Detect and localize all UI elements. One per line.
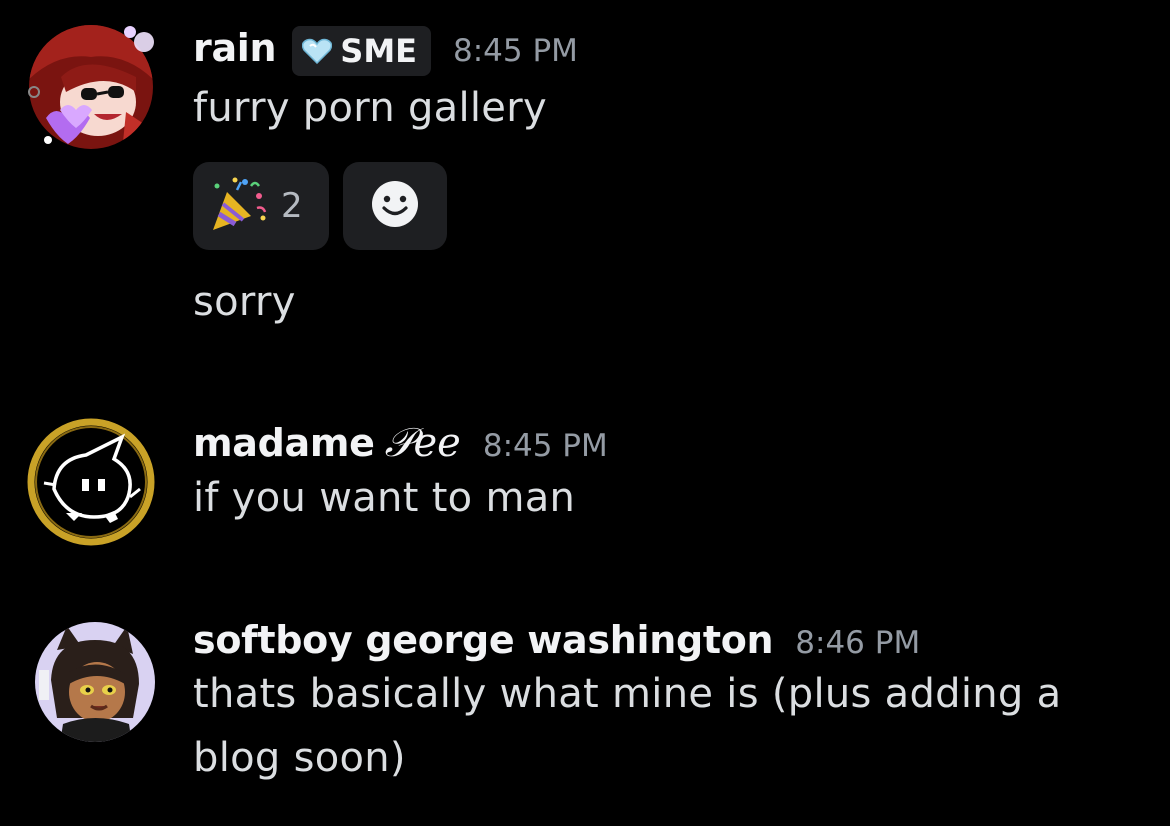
message-text: if you want to man xyxy=(193,475,576,521)
avatar[interactable] xyxy=(33,620,157,744)
message-content: madame 𝒫ee 8:45 PM if you want to man xyxy=(193,420,1130,530)
message-text: thats basically what mine is (plus addin… xyxy=(193,671,1062,717)
username[interactable]: softboy george washington xyxy=(193,618,774,662)
party-popper-icon xyxy=(207,174,267,238)
message-header: madame 𝒫ee 8:45 PM xyxy=(193,420,1130,466)
message-text: blog soon) xyxy=(193,735,406,781)
message-text: furry porn gallery xyxy=(193,85,547,131)
avatar-softboy-icon xyxy=(35,622,155,742)
message-text: sorry xyxy=(193,279,296,325)
timestamp: 8:45 PM xyxy=(453,33,578,69)
reaction-count: 2 xyxy=(281,186,303,226)
username[interactable]: madame xyxy=(193,421,375,465)
username-decoration[interactable]: 𝒫ee xyxy=(385,420,461,466)
message-content: rain SME 8:45 PM furry porn gallery 2 so… xyxy=(193,26,1130,334)
avatar[interactable] xyxy=(26,22,156,152)
avatar-madame-icon xyxy=(27,418,155,546)
avatar[interactable] xyxy=(26,417,156,547)
reaction-party-popper[interactable]: 2 xyxy=(193,162,329,250)
server-tag-label: SME xyxy=(340,32,418,70)
heart-gem-icon xyxy=(302,38,333,64)
timestamp: 8:46 PM xyxy=(795,625,921,661)
timestamp: 8:45 PM xyxy=(482,428,608,464)
server-tag[interactable]: SME xyxy=(292,26,432,76)
avatar-rain-icon xyxy=(28,25,154,149)
add-reaction-icon xyxy=(370,179,420,233)
message-content: softboy george washington 8:46 PM thats … xyxy=(193,618,1130,790)
reactions: 2 xyxy=(193,162,1130,250)
username[interactable]: rain xyxy=(193,26,277,70)
message-header: softboy george washington 8:46 PM xyxy=(193,618,1130,662)
message-header: rain SME 8:45 PM xyxy=(193,26,1130,76)
add-reaction-button[interactable] xyxy=(343,162,447,250)
